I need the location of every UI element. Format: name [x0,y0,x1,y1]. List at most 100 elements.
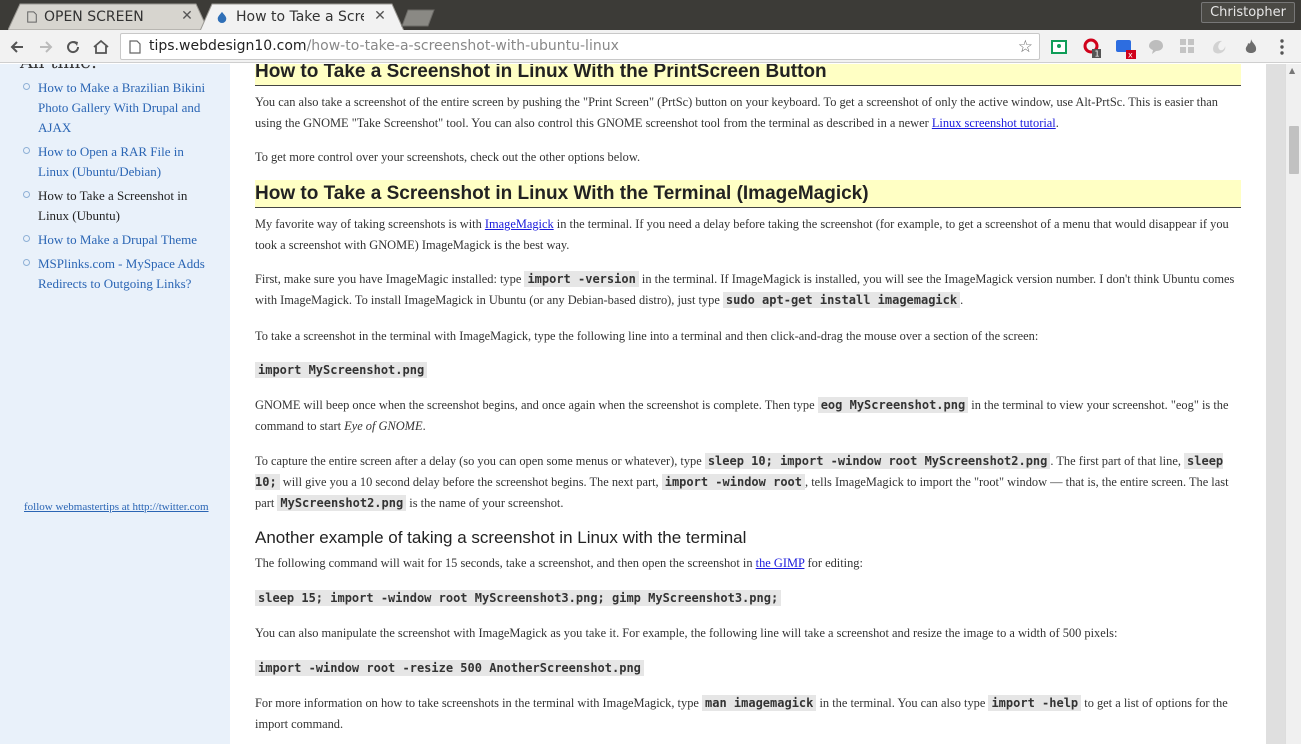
sidebar-link[interactable]: MSPlinks.com - MySpace Adds Redirects to… [38,256,205,291]
code-line: import -window root -resize 500 AnotherS… [255,658,1241,679]
drupal-icon [217,11,227,23]
text: My favorite way of taking screenshots is… [255,217,485,231]
inline-code: import -help [988,695,1082,711]
paragraph: GNOME will beep once when the screenshot… [255,395,1241,437]
screen-capture-icon[interactable]: x [1115,38,1136,60]
new-tab-button[interactable] [400,3,436,30]
scroll-up-arrow-icon[interactable]: ▲ [1289,66,1295,75]
sidebar-link[interactable]: How to Make a Brazilian Bikini Photo Gal… [38,80,205,135]
sidebar-current-label: How to Take a Screenshot in Linux (Ubunt… [38,188,188,223]
scrollbar-thumb[interactable] [1289,126,1299,174]
grid-icon[interactable] [1179,38,1197,56]
forward-button[interactable] [35,36,57,58]
code-block: import MyScreenshot.png [255,362,428,378]
code-block: sleep 15; import -window root MyScreensh… [255,590,782,606]
page-info-icon [129,40,141,54]
url-path: /how-to-take-a-screenshot-with-ubuntu-li… [306,38,619,54]
code-line: sleep 15; import -window root MyScreensh… [255,588,1241,609]
paragraph: To get more control over your screenshot… [255,150,641,164]
linux-screenshot-tutorial-link[interactable]: Linux screenshot tutorial [932,116,1056,130]
kebab-menu-icon [1280,39,1284,55]
reload-icon [67,41,80,54]
sidebar-link[interactable]: How to Make a Drupal Theme [38,232,197,247]
browser-toolbar: tips.webdesign10.com/how-to-take-a-scree… [0,30,1301,63]
inline-code: MyScreenshot2.png [277,495,407,511]
flame-icon[interactable] [1243,38,1261,56]
sidebar-item-screenshot-linux: How to Take a Screenshot in Linux (Ubunt… [18,186,218,226]
tab-title: How to Take a Scre [236,9,364,25]
chrome-menu-button[interactable] [1275,38,1289,56]
paragraph: My favorite way of taking screenshots is… [255,214,1241,256]
close-icon[interactable]: ✕ [373,8,387,24]
emphasis: Eye of GNOME [344,419,423,433]
inline-code: eog MyScreenshot.png [817,397,969,413]
text: For more information on how to take scre… [255,696,702,710]
text: . [1055,116,1059,130]
bullet-icon [23,235,30,242]
opera-badge: 1 [1095,50,1100,59]
forward-arrow-icon [40,41,53,53]
swirl-icon[interactable] [1210,38,1228,56]
paragraph: To capture the entire screen after a del… [255,451,1241,514]
profile-button[interactable]: Christopher [1201,2,1295,23]
text: . [960,293,964,307]
imagemagick-link[interactable]: ImageMagick [485,217,554,231]
capture-badge: x [1128,51,1133,60]
tab-strip: OPEN SCREEN ✕ How to Take a Scre ✕ Chris… [0,0,1301,31]
home-icon [93,39,109,54]
url-text[interactable]: tips.webdesign10.com/how-to-take-a-scree… [149,38,619,54]
sidebar-item-brazilian-bikini: How to Make a Brazilian Bikini Photo Gal… [18,78,218,138]
paragraph: For more information on how to take scre… [255,693,1241,735]
back-button[interactable] [6,36,28,58]
twitter-follow-link[interactable]: follow webmastertips at http://twitter.c… [24,501,209,513]
page-viewport: All time: How to Make a Brazilian Bikini… [0,64,1301,744]
address-bar[interactable]: tips.webdesign10.com/how-to-take-a-scree… [120,33,1040,60]
paragraph: You can also manipulate the screenshot w… [255,626,1118,640]
bullet-icon [23,83,30,90]
gimp-link[interactable]: the GIMP [756,556,805,570]
reload-button[interactable] [62,36,84,58]
bullet-icon [23,191,30,198]
new-tab-icon [401,9,435,27]
tab-how-to-take-screenshot[interactable]: How to Take a Scre ✕ [200,3,404,31]
text: To capture the entire screen after a del… [255,454,705,468]
code-block: import -window root -resize 500 AnotherS… [255,660,644,676]
bullet-icon [23,259,30,266]
inline-code: import -window root [661,474,806,490]
paragraph: You can also take a screenshot of the en… [255,92,1241,134]
popular-posts-list: How to Make a Brazilian Bikini Photo Gal… [18,78,218,298]
tab-title: OPEN SCREEN [44,9,144,25]
url-host: tips.webdesign10.com [149,38,307,54]
vertical-scrollbar[interactable]: ▲ [1285,64,1301,744]
sidebar-item-msplinks: MSPlinks.com - MySpace Adds Redirects to… [18,254,218,294]
speech-bubble-icon[interactable] [1147,38,1165,56]
paragraph: First, make sure you have ImageMagic ins… [255,269,1241,311]
close-icon[interactable]: ✕ [180,8,194,24]
sidebar: All time: How to Make a Brazilian Bikini… [0,64,230,744]
main-content: How to Take a Screenshot in Linux With t… [230,64,1266,744]
opera-icon[interactable]: 1 [1082,38,1101,59]
tab-open-screen[interactable]: OPEN SCREEN ✕ [8,3,208,30]
text: First, make sure you have ImageMagic ins… [255,272,525,286]
article: How to Take a Screenshot in Linux With t… [255,64,1241,735]
page-icon [27,11,37,23]
inline-code: man imagemagick [702,695,817,711]
google-classroom-icon[interactable] [1050,38,1068,56]
text: will give you a 10 second delay before t… [279,475,662,489]
bookmark-star-icon[interactable]: ☆ [1018,37,1033,57]
sidebar-item-drupal-theme: How to Make a Drupal Theme [18,230,218,250]
text: GNOME will beep once when the screenshot… [255,398,818,412]
sidebar-link[interactable]: How to Open a RAR File in Linux (Ubuntu/… [38,144,184,179]
back-arrow-icon [10,41,23,53]
sidebar-heading: All time: [20,64,97,73]
inline-code: import -version [524,271,639,287]
text: is the name of your screenshot. [406,496,564,510]
inline-code: sudo apt-get install imagemagick [722,292,961,308]
text: in the terminal. You can also type [816,696,989,710]
code-line: import MyScreenshot.png [255,360,1241,381]
sidebar-item-rar-file: How to Open a RAR File in Linux (Ubuntu/… [18,142,218,182]
text: . [422,419,426,433]
home-button[interactable] [90,36,112,58]
bullet-icon [23,147,30,154]
heading-terminal: How to Take a Screenshot in Linux With t… [255,180,1241,208]
